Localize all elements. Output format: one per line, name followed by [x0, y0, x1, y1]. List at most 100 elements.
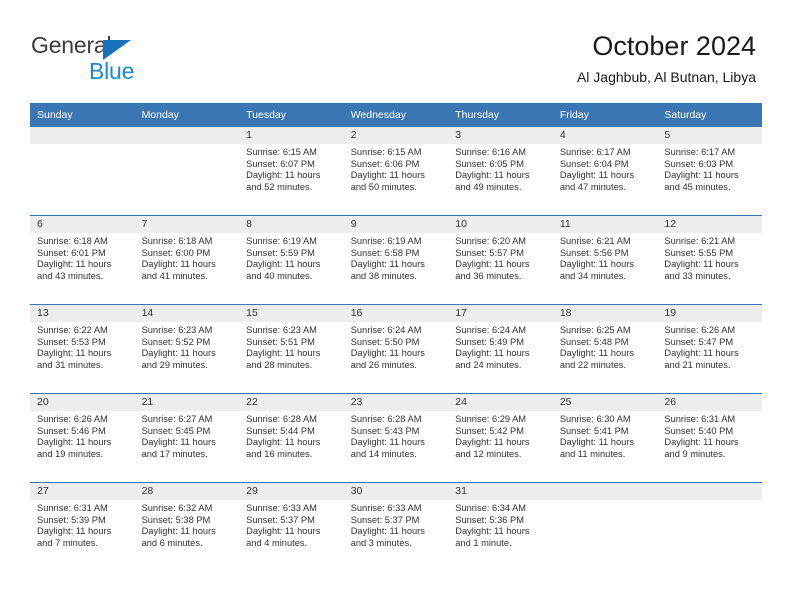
day-cell-inner: 27 Sunrise: 6:31 AM Sunset: 5:39 PM Dayl…: [30, 483, 135, 571]
day-cell-inner: 31 Sunrise: 6:34 AM Sunset: 5:36 PM Dayl…: [448, 483, 553, 571]
sunset-text: Sunset: 5:40 PM: [664, 425, 734, 436]
day-cell[interactable]: 7 Sunrise: 6:18 AM Sunset: 6:00 PM Dayli…: [134, 215, 240, 305]
day-cell-inner: [552, 483, 658, 571]
weekday-header-monday: Monday: [134, 103, 240, 127]
day-number: 23: [343, 394, 449, 411]
sunrise-text: Sunrise: 6:24 AM: [455, 325, 527, 335]
daylight-line1: Daylight: 11 hours: [350, 170, 425, 181]
day-cell[interactable]: 19 Sunrise: 6:26 AM Sunset: 5:47 PM Dayl…: [657, 304, 762, 394]
weekday-header-sunday: Sunday: [30, 103, 135, 127]
sunset-text: Sunset: 5:41 PM: [559, 425, 629, 436]
day-cell-inner: 13 Sunrise: 6:22 AM Sunset: 5:53 PM Dayl…: [30, 305, 135, 393]
day-cell[interactable]: 25 Sunrise: 6:30 AM Sunset: 5:41 PM Dayl…: [552, 393, 658, 483]
sunrise-text: Sunrise: 6:33 AM: [246, 503, 317, 513]
day-details: Sunrise: 6:29 AM Sunset: 5:42 PM Dayligh…: [448, 411, 553, 460]
day-cell-inner: 23 Sunrise: 6:28 AM Sunset: 5:43 PM Dayl…: [343, 394, 449, 482]
day-cell[interactable]: 27 Sunrise: 6:31 AM Sunset: 5:39 PM Dayl…: [30, 482, 135, 571]
sunrise-text: Sunrise: 6:28 AM: [246, 414, 317, 424]
day-cell[interactable]: [30, 126, 135, 216]
daylight-line1: Daylight: 11 hours: [37, 259, 112, 270]
day-cell[interactable]: 2 Sunrise: 6:15 AM Sunset: 6:06 PM Dayli…: [343, 126, 449, 216]
day-cell[interactable]: 3 Sunrise: 6:16 AM Sunset: 6:05 PM Dayli…: [448, 126, 553, 216]
day-cell[interactable]: [134, 126, 240, 216]
day-cell[interactable]: 20 Sunrise: 6:26 AM Sunset: 5:46 PM Dayl…: [30, 393, 135, 483]
daylight-line2: and 7 minutes.: [37, 537, 98, 548]
day-number: 11: [552, 216, 658, 233]
weekday-header-wednesday: Wednesday: [343, 103, 449, 127]
day-cell[interactable]: 29 Sunrise: 6:33 AM Sunset: 5:37 PM Dayl…: [239, 482, 344, 571]
sunset-text: Sunset: 5:50 PM: [350, 336, 420, 347]
day-cell[interactable]: 23 Sunrise: 6:28 AM Sunset: 5:43 PM Dayl…: [343, 393, 449, 483]
day-cell-inner: 9 Sunrise: 6:19 AM Sunset: 5:58 PM Dayli…: [343, 216, 449, 304]
day-cell[interactable]: 5 Sunrise: 6:17 AM Sunset: 6:03 PM Dayli…: [657, 126, 762, 216]
day-details: Sunrise: 6:23 AM Sunset: 5:51 PM Dayligh…: [239, 322, 344, 371]
day-details: Sunrise: 6:27 AM Sunset: 5:45 PM Dayligh…: [135, 411, 240, 460]
day-cell[interactable]: 11 Sunrise: 6:21 AM Sunset: 5:56 PM Dayl…: [552, 215, 658, 305]
daylight-line1: Daylight: 11 hours: [37, 526, 112, 537]
day-cell-inner: 28 Sunrise: 6:32 AM Sunset: 5:38 PM Dayl…: [134, 483, 240, 571]
daylight-line1: Daylight: 11 hours: [141, 526, 216, 537]
day-cell[interactable]: 14 Sunrise: 6:23 AM Sunset: 5:52 PM Dayl…: [134, 304, 240, 394]
day-cell[interactable]: 21 Sunrise: 6:27 AM Sunset: 5:45 PM Dayl…: [134, 393, 240, 483]
day-number: 15: [239, 305, 344, 322]
daylight-line1: Daylight: 11 hours: [350, 437, 425, 448]
day-details: Sunrise: 6:26 AM Sunset: 5:46 PM Dayligh…: [30, 411, 135, 460]
day-cell[interactable]: 9 Sunrise: 6:19 AM Sunset: 5:58 PM Dayli…: [343, 215, 449, 305]
sunrise-text: Sunrise: 6:19 AM: [246, 236, 317, 246]
sunrise-text: Sunrise: 6:34 AM: [455, 503, 527, 513]
sunset-text: Sunset: 6:05 PM: [455, 158, 524, 169]
day-details: Sunrise: 6:17 AM Sunset: 6:04 PM Dayligh…: [553, 144, 658, 193]
sunset-text: Sunset: 5:52 PM: [141, 336, 211, 347]
sunset-text: Sunset: 5:47 PM: [664, 336, 734, 347]
sunset-text: Sunset: 6:04 PM: [559, 158, 629, 169]
day-cell[interactable]: 6 Sunrise: 6:18 AM Sunset: 6:01 PM Dayli…: [30, 215, 135, 305]
day-cell[interactable]: 22 Sunrise: 6:28 AM Sunset: 5:44 PM Dayl…: [239, 393, 344, 483]
daylight-line2: and 47 minutes.: [559, 181, 626, 192]
day-cell[interactable]: 12 Sunrise: 6:21 AM Sunset: 5:55 PM Dayl…: [657, 215, 762, 305]
day-cell[interactable]: 24 Sunrise: 6:29 AM Sunset: 5:42 PM Dayl…: [448, 393, 553, 483]
day-details: Sunrise: 6:33 AM Sunset: 5:37 PM Dayligh…: [239, 500, 344, 549]
day-details: Sunrise: 6:33 AM Sunset: 5:37 PM Dayligh…: [344, 500, 449, 549]
day-cell[interactable]: 28 Sunrise: 6:32 AM Sunset: 5:38 PM Dayl…: [134, 482, 240, 571]
day-cell-inner: 25 Sunrise: 6:30 AM Sunset: 5:41 PM Dayl…: [552, 394, 658, 482]
daylight-line1: Daylight: 11 hours: [246, 526, 321, 537]
day-number: [657, 483, 762, 500]
sunset-text: Sunset: 5:57 PM: [455, 247, 524, 258]
day-cell[interactable]: 1 Sunrise: 6:15 AM Sunset: 6:07 PM Dayli…: [239, 126, 344, 216]
day-cell[interactable]: 18 Sunrise: 6:25 AM Sunset: 5:48 PM Dayl…: [552, 304, 658, 394]
day-cell[interactable]: 26 Sunrise: 6:31 AM Sunset: 5:40 PM Dayl…: [657, 393, 762, 483]
day-details: Sunrise: 6:19 AM Sunset: 5:58 PM Dayligh…: [344, 233, 449, 282]
day-cell[interactable]: 30 Sunrise: 6:33 AM Sunset: 5:37 PM Dayl…: [343, 482, 449, 571]
day-cell[interactable]: 8 Sunrise: 6:19 AM Sunset: 5:59 PM Dayli…: [239, 215, 344, 305]
day-cell[interactable]: [657, 482, 762, 571]
sunset-text: Sunset: 5:46 PM: [37, 425, 106, 436]
day-details: Sunrise: 6:19 AM Sunset: 5:59 PM Dayligh…: [239, 233, 344, 282]
daylight-line1: Daylight: 11 hours: [455, 437, 530, 448]
sunset-text: Sunset: 5:56 PM: [559, 247, 629, 258]
day-number: 5: [657, 127, 762, 144]
week-row: 27 Sunrise: 6:31 AM Sunset: 5:39 PM Dayl…: [30, 482, 762, 571]
day-cell[interactable]: 17 Sunrise: 6:24 AM Sunset: 5:49 PM Dayl…: [448, 304, 553, 394]
day-number: 14: [134, 305, 240, 322]
daylight-line1: Daylight: 11 hours: [246, 170, 321, 181]
day-cell[interactable]: 13 Sunrise: 6:22 AM Sunset: 5:53 PM Dayl…: [30, 304, 135, 394]
day-cell-inner: 17 Sunrise: 6:24 AM Sunset: 5:49 PM Dayl…: [448, 305, 553, 393]
day-cell[interactable]: [552, 482, 658, 571]
day-cell-inner: 29 Sunrise: 6:33 AM Sunset: 5:37 PM Dayl…: [239, 483, 344, 571]
day-cell[interactable]: 10 Sunrise: 6:20 AM Sunset: 5:57 PM Dayl…: [448, 215, 553, 305]
day-number: 24: [448, 394, 553, 411]
day-cell-inner: 8 Sunrise: 6:19 AM Sunset: 5:59 PM Dayli…: [239, 216, 344, 304]
day-cell-inner: 6 Sunrise: 6:18 AM Sunset: 6:01 PM Dayli…: [30, 216, 135, 304]
daylight-line2: and 16 minutes.: [246, 448, 313, 459]
day-cell[interactable]: 16 Sunrise: 6:24 AM Sunset: 5:50 PM Dayl…: [343, 304, 449, 394]
sunset-text: Sunset: 5:37 PM: [350, 514, 420, 525]
day-cell[interactable]: 31 Sunrise: 6:34 AM Sunset: 5:36 PM Dayl…: [448, 482, 553, 571]
daylight-line2: and 43 minutes.: [37, 270, 104, 281]
day-cell-inner: 21 Sunrise: 6:27 AM Sunset: 5:45 PM Dayl…: [134, 394, 240, 482]
day-cell[interactable]: 15 Sunrise: 6:23 AM Sunset: 5:51 PM Dayl…: [239, 304, 344, 394]
sunrise-text: Sunrise: 6:31 AM: [664, 414, 736, 424]
day-cell[interactable]: 4 Sunrise: 6:17 AM Sunset: 6:04 PM Dayli…: [552, 126, 658, 216]
daylight-line1: Daylight: 11 hours: [141, 259, 216, 270]
general-blue-logo[interactable]: General Blue: [31, 32, 171, 84]
daylight-line2: and 45 minutes.: [664, 181, 731, 192]
